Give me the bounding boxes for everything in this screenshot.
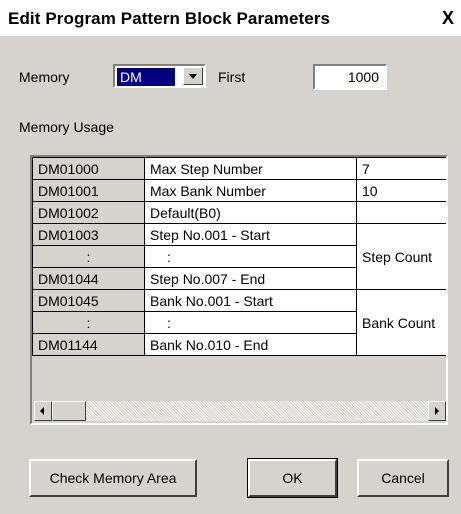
table-row: DM01000 Max Step Number 7 (32, 157, 446, 180)
first-label: First (218, 69, 246, 85)
description-cell: Max Step Number (144, 157, 357, 180)
close-icon[interactable]: X (437, 7, 459, 29)
address-cell: DM01002 (32, 201, 145, 224)
table-row: DM01003 Step No.001 - Start Step Count (32, 223, 446, 290)
description-cell: Bank No.001 - Start (144, 289, 357, 312)
scroll-right-icon[interactable] (428, 401, 446, 421)
memory-usage-grid[interactable]: DM01000 Max Step Number 7 DM01001 Max Ba… (30, 155, 448, 425)
description-cell: Step No.007 - End (144, 267, 357, 290)
address-cell: DM01001 (32, 179, 145, 202)
edit-program-pattern-dialog: Edit Program Pattern Block Parameters X … (0, 0, 461, 514)
address-cell: : (32, 311, 145, 334)
title-bar[interactable]: Edit Program Pattern Block Parameters X (0, 0, 461, 36)
description-cell: : (144, 245, 357, 268)
ok-button[interactable]: OK (247, 458, 338, 498)
memory-usage-label: Memory Usage (19, 119, 114, 135)
memory-label: Memory (19, 69, 70, 85)
address-cell: DM01045 (32, 289, 145, 312)
description-cell: Bank No.010 - End (144, 333, 357, 356)
chevron-down-icon[interactable] (183, 67, 203, 85)
value-cell[interactable]: 10 (356, 179, 446, 202)
description-cell: Max Bank Number (144, 179, 357, 202)
value-cell[interactable]: 7 (356, 157, 446, 180)
value-cell (356, 201, 446, 224)
first-address-input[interactable]: 1000 (313, 64, 387, 90)
scroll-thumb[interactable] (52, 401, 86, 421)
scroll-left-icon[interactable] (34, 401, 52, 421)
address-cell: DM01044 (32, 267, 145, 290)
horizontal-scrollbar[interactable] (34, 401, 446, 421)
address-cell: DM01003 (32, 223, 145, 246)
cancel-button[interactable]: Cancel (357, 459, 449, 497)
description-cell: Default(B0) (144, 201, 357, 224)
address-cell: : (32, 245, 145, 268)
description-cell: Step No.001 - Start (144, 223, 357, 246)
check-memory-area-button[interactable]: Check Memory Area (29, 459, 197, 497)
bank-count-cell: Bank Count (356, 289, 446, 356)
table-row: DM01045 Bank No.001 - Start Bank Count (32, 289, 446, 356)
table-row: DM01002 Default(B0) (32, 201, 446, 224)
memory-select[interactable]: DM (113, 64, 206, 88)
description-cell: : (144, 311, 357, 334)
address-cell: DM01144 (32, 333, 145, 356)
memory-select-value: DM (117, 68, 175, 86)
dialog-title: Edit Program Pattern Block Parameters (8, 9, 331, 28)
address-cell: DM01000 (32, 157, 145, 180)
table-row: DM01001 Max Bank Number 10 (32, 179, 446, 202)
step-count-cell: Step Count (356, 223, 446, 290)
